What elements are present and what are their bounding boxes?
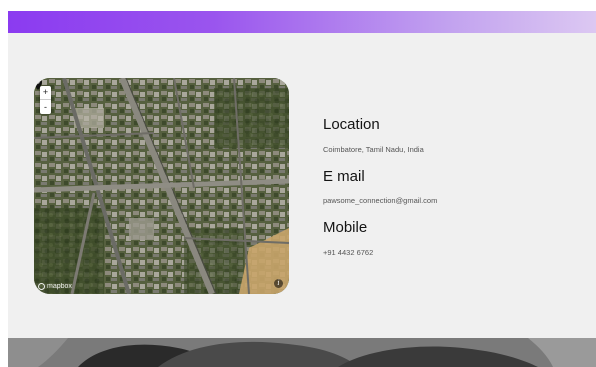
dog-photo-image	[8, 338, 596, 367]
email-value[interactable]: pawsome_connection@gmail.com	[323, 196, 437, 205]
location-value: Coimbatore, Tamil Nadu, India	[323, 145, 424, 154]
mobile-value[interactable]: +91 4432 6762	[323, 248, 373, 257]
satellite-map[interactable]: + - mapbox i	[34, 78, 289, 294]
location-heading: Location	[323, 116, 380, 133]
mapbox-logo-icon	[38, 283, 45, 290]
header-gradient-bar	[8, 11, 596, 33]
map-zoom-control: + -	[40, 86, 51, 114]
zoom-in-button[interactable]: +	[40, 86, 51, 100]
mapbox-logo-text: mapbox	[47, 283, 72, 290]
mobile-heading: Mobile	[323, 219, 368, 236]
zoom-out-button[interactable]: -	[40, 100, 51, 114]
dog-photo-banner	[8, 338, 596, 367]
map-info-button[interactable]: i	[274, 279, 283, 288]
satellite-imagery	[34, 78, 289, 294]
email-heading: E mail	[323, 168, 365, 185]
mapbox-logo[interactable]: mapbox	[38, 283, 72, 290]
